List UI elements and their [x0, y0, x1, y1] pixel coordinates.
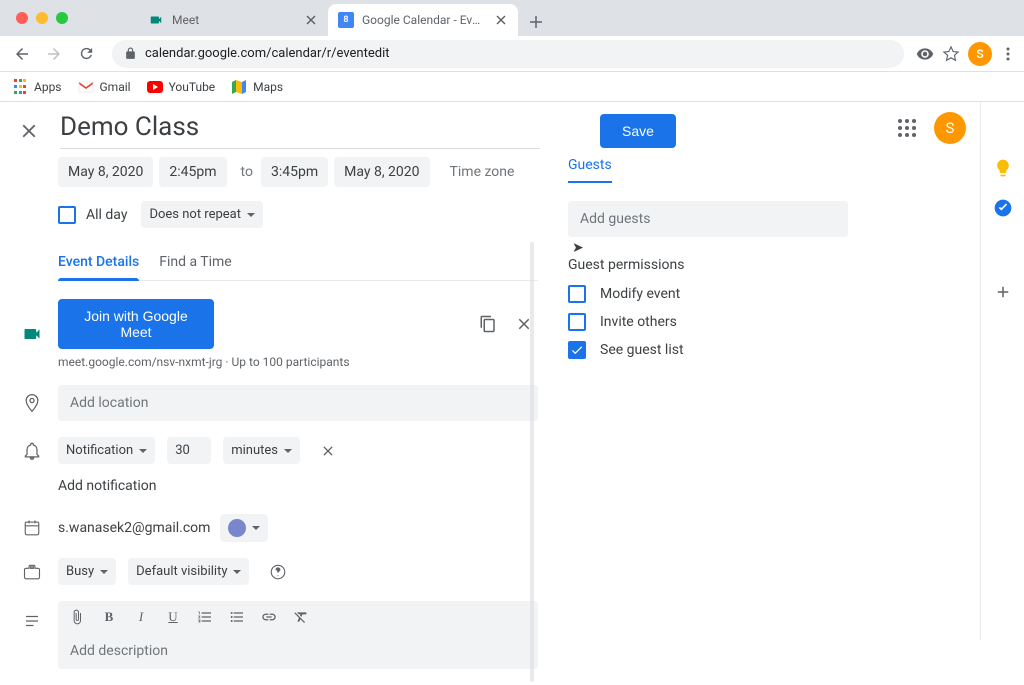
bookmark-apps[interactable]: Apps [12, 79, 62, 95]
add-guests-input[interactable]: Add guests [568, 201, 848, 237]
perm-invite-label: Invite others [600, 314, 677, 330]
url-text: calendar.google.com/calendar/r/eventedit [145, 46, 390, 61]
bookmark-maps[interactable]: Maps [231, 79, 283, 95]
guest-permissions-label: Guest permissions [568, 257, 848, 273]
busy-dropdown[interactable]: Busy [58, 558, 116, 585]
tasks-icon[interactable] [993, 198, 1013, 218]
briefcase-icon [20, 560, 44, 584]
apps-icon [12, 79, 28, 95]
meet-icon [20, 322, 44, 346]
calendar-square-icon [20, 516, 44, 540]
browser-tab-meet[interactable]: Meet [138, 4, 328, 36]
see-guest-list-checkbox[interactable] [568, 341, 586, 359]
bell-icon [20, 439, 44, 463]
close-tab-icon[interactable] [304, 13, 318, 27]
clear-format-icon[interactable] [292, 609, 310, 625]
unordered-list-icon[interactable] [228, 609, 246, 625]
description-input[interactable]: Add description [58, 633, 538, 669]
event-title-input[interactable]: Demo Class [60, 112, 540, 149]
bookmark-gmail[interactable]: Gmail [78, 79, 131, 95]
all-day-label: All day [86, 207, 127, 223]
remove-notification-icon[interactable] [320, 443, 336, 459]
address-bar[interactable]: calendar.google.com/calendar/r/eventedit [112, 40, 904, 68]
youtube-icon [147, 79, 163, 95]
invite-others-checkbox[interactable] [568, 313, 586, 331]
location-input[interactable]: Add location [58, 385, 538, 421]
visibility-dropdown[interactable]: Default visibility [128, 558, 249, 585]
calendar-icon: 8 [338, 12, 354, 28]
color-swatch [228, 519, 246, 537]
italic-icon[interactable]: I [132, 609, 150, 625]
link-icon[interactable] [260, 609, 278, 625]
reload-button[interactable] [72, 40, 100, 68]
profile-avatar[interactable]: S [968, 42, 992, 66]
close-tab-icon[interactable] [494, 13, 508, 27]
meet-details: meet.google.com/nsv-nxmt-jrg · Up to 100… [58, 355, 538, 369]
add-addon-icon[interactable] [993, 282, 1013, 302]
tab-title: Meet [172, 13, 296, 27]
browser-tab-calendar[interactable]: 8 Google Calendar - Event detail [328, 4, 518, 36]
perm-modify-label: Modify event [600, 286, 680, 302]
modify-event-checkbox[interactable] [568, 285, 586, 303]
star-icon[interactable] [942, 45, 960, 63]
calendar-color-dropdown[interactable] [220, 514, 268, 542]
perm-see-label: See guest list [600, 342, 684, 358]
eye-icon[interactable] [916, 45, 934, 63]
maximize-window[interactable] [56, 12, 68, 24]
notification-value-input[interactable]: 30 [167, 437, 211, 464]
tab-title: Google Calendar - Event detail [362, 13, 486, 27]
description-lines-icon [20, 609, 44, 633]
help-icon[interactable] [269, 563, 287, 581]
tab-event-details[interactable]: Event Details [58, 254, 139, 280]
attach-icon[interactable] [68, 609, 86, 625]
repeat-dropdown[interactable]: Does not repeat [141, 201, 263, 228]
timezone-link[interactable]: Time zone [450, 164, 515, 180]
gmail-icon [78, 79, 94, 95]
tab-find-a-time[interactable]: Find a Time [159, 254, 232, 280]
time-to-label: to [241, 164, 253, 180]
menu-icon[interactable] [1000, 46, 1016, 62]
minimize-window[interactable] [36, 12, 48, 24]
bookmark-youtube[interactable]: YouTube [147, 79, 216, 95]
all-day-checkbox[interactable] [58, 206, 76, 224]
tab-guests[interactable]: Guests [568, 157, 612, 183]
maps-icon [231, 79, 247, 95]
ordered-list-icon[interactable] [196, 609, 214, 625]
location-icon [20, 391, 44, 415]
scrollbar[interactable] [530, 242, 534, 682]
bold-icon[interactable]: B [100, 609, 118, 625]
copy-link-icon[interactable] [474, 315, 502, 333]
start-date-picker[interactable]: May 8, 2020 [58, 157, 153, 187]
window-controls[interactable] [8, 12, 68, 24]
keep-icon[interactable] [993, 158, 1013, 178]
close-window[interactable] [16, 12, 28, 24]
add-notification-link[interactable]: Add notification [58, 478, 538, 494]
end-date-picker[interactable]: May 8, 2020 [334, 157, 429, 187]
start-time-picker[interactable]: 2:45pm [159, 157, 226, 187]
notification-unit-dropdown[interactable]: minutes [223, 437, 300, 464]
forward-button[interactable] [40, 40, 68, 68]
account-avatar[interactable]: S [934, 112, 966, 144]
end-time-picker[interactable]: 3:45pm [261, 157, 328, 187]
underline-icon[interactable]: U [164, 609, 182, 625]
close-event-button[interactable] [18, 120, 40, 142]
new-tab-button[interactable] [522, 8, 550, 36]
lock-icon [124, 47, 137, 60]
meet-icon [148, 12, 164, 28]
notification-type-dropdown[interactable]: Notification [58, 437, 155, 464]
calendar-email: s.wanasek2@gmail.com [58, 520, 210, 536]
back-button[interactable] [8, 40, 36, 68]
google-apps-icon[interactable] [898, 119, 916, 137]
join-meet-button[interactable]: Join with Google Meet [58, 299, 214, 349]
save-button[interactable]: Save [600, 114, 676, 148]
cursor: ➤ [572, 240, 584, 256]
